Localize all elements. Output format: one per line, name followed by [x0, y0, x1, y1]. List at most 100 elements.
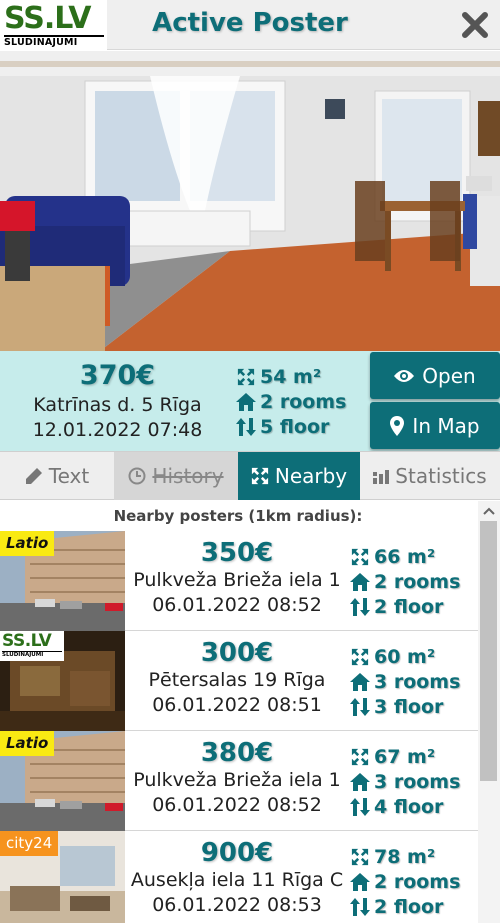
item-thumbnail: city24: [0, 831, 125, 923]
item-address: Pulkveža Brieža iela 1: [133, 769, 341, 791]
tab-statistics-label: Statistics: [395, 464, 487, 488]
source-badge-latio: Latio: [0, 531, 55, 556]
area-value: 54 m²: [260, 365, 322, 388]
floor-value: 2 floor: [374, 895, 444, 918]
area-spec: 78 m²: [350, 844, 478, 869]
sort-arrows-icon: [350, 897, 370, 916]
expand-icon: [251, 467, 268, 485]
floor-value: 4 floor: [374, 795, 444, 818]
sslv-badge-sub: SLUDINĀJUMI: [2, 651, 62, 659]
item-thumbnail: SS.LV SLUDINĀJUMI: [0, 631, 125, 731]
in-map-button[interactable]: In Map: [370, 402, 500, 449]
rooms-value: 3 rooms: [374, 770, 461, 793]
floor-spec: 5 floor: [236, 414, 371, 439]
item-price: 380€: [200, 738, 274, 768]
floor-value: 2 floor: [374, 595, 444, 618]
tab-nearby-label: Nearby: [274, 464, 348, 488]
item-summary: 900€ Ausekļa iela 11 Rīga C 06.01.2022 0…: [126, 838, 348, 918]
area-spec: 67 m²: [350, 744, 478, 769]
floor-spec: 2 floor: [350, 894, 478, 919]
item-specs: 66 m² 2 rooms 2 floor: [350, 544, 478, 619]
rooms-value: 2 rooms: [374, 570, 461, 593]
tab-history[interactable]: History: [114, 452, 238, 500]
item-thumbnail: Latio: [0, 531, 125, 631]
in-map-button-label: In Map: [412, 413, 480, 438]
item-price: 350€: [200, 538, 274, 568]
area-spec: 66 m²: [350, 544, 478, 569]
poster-address: Katrīnas d. 5 Rīga: [33, 394, 202, 416]
map-marker-icon: [390, 415, 405, 436]
tab-statistics[interactable]: Statistics: [360, 452, 500, 500]
sort-arrows-icon: [350, 797, 370, 816]
rooms-spec: 2 rooms: [236, 389, 371, 414]
clock-icon: [128, 467, 146, 485]
item-date: 06.01.2022 08:51: [152, 694, 322, 716]
poster-summary: 370€ Katrīnas d. 5 Rīga 12.01.2022 07:48: [0, 359, 235, 443]
list-item[interactable]: SS.LV SLUDINĀJUMI 300€ Pētersalas 19 Rīg…: [0, 631, 478, 731]
rooms-value: 2 rooms: [374, 870, 461, 893]
home-icon: [350, 672, 370, 691]
rooms-spec: 3 rooms: [350, 669, 478, 694]
item-specs: 67 m² 3 rooms 4 floor: [350, 744, 478, 819]
home-icon: [350, 772, 370, 791]
item-address: Pulkveža Brieža iela 1: [133, 569, 341, 591]
eye-icon: [394, 369, 415, 382]
area-spec: 54 m²: [236, 364, 371, 389]
item-summary: 300€ Pētersalas 19 Rīga 06.01.2022 08:51: [126, 638, 348, 718]
open-button-label: Open: [422, 363, 476, 388]
nearby-heading: Nearby posters (1km radius):: [113, 507, 363, 525]
item-address: Pētersalas 19 Rīga: [148, 669, 326, 691]
poster-photo[interactable]: [0, 51, 500, 351]
expand-icon: [237, 368, 255, 385]
expand-icon: [351, 748, 369, 765]
page-title: Active Poster: [152, 8, 348, 38]
sort-arrows-icon: [236, 417, 256, 436]
area-value: 60 m²: [374, 645, 436, 668]
sslv-badge-main: SS.LV: [2, 631, 52, 651]
poster-specs: 54 m² 2 rooms 5 floor: [236, 364, 371, 439]
expand-icon: [351, 648, 369, 665]
tab-nearby[interactable]: Nearby: [238, 452, 360, 500]
rooms-spec: 2 rooms: [350, 869, 478, 894]
poster-date: 12.01.2022 07:48: [32, 419, 203, 441]
close-button[interactable]: [460, 10, 490, 40]
area-spec: 60 m²: [350, 644, 478, 669]
bar-chart-icon: [373, 470, 390, 484]
source-badge-sslv: SS.LV SLUDINĀJUMI: [0, 631, 64, 661]
item-date: 06.01.2022 08:52: [152, 594, 322, 616]
rooms-spec: 3 rooms: [350, 769, 478, 794]
open-button[interactable]: Open: [370, 352, 500, 399]
item-address: Ausekļa iela 11 Rīga C: [130, 869, 344, 891]
close-icon: [462, 12, 488, 38]
tab-text[interactable]: Text: [0, 452, 114, 500]
nearby-list[interactable]: Nearby posters (1km radius): Latio 350€ …: [0, 501, 500, 923]
item-summary: 380€ Pulkveža Brieža iela 1 06.01.2022 0…: [126, 738, 348, 818]
scroll-up-icon[interactable]: [483, 506, 495, 516]
item-date: 06.01.2022 08:52: [152, 794, 322, 816]
item-price: 900€: [200, 838, 274, 868]
item-specs: 60 m² 3 rooms 3 floor: [350, 644, 478, 719]
rooms-spec: 2 rooms: [350, 569, 478, 594]
list-item[interactable]: Latio 380€ Pulkveža Brieža iela 1 06.01.…: [0, 731, 478, 831]
home-icon: [350, 572, 370, 591]
rooms-value: 3 rooms: [374, 670, 461, 693]
source-badge-latio: Latio: [0, 731, 55, 756]
area-value: 67 m²: [374, 745, 436, 768]
rooms-value: 2 rooms: [260, 390, 347, 413]
floor-value: 3 floor: [374, 695, 444, 718]
pencil-icon: [25, 468, 42, 484]
floor-value: 5 floor: [260, 415, 330, 438]
home-icon: [350, 872, 370, 891]
poster-tabs: Text History Nearby Statistics: [0, 451, 500, 500]
item-price: 300€: [200, 638, 274, 668]
poster-price: 370€: [79, 360, 156, 391]
header: SS.LV SLUDINĀJUMI Active Poster: [0, 0, 500, 50]
scrollbar-thumb[interactable]: [480, 521, 497, 781]
list-item[interactable]: city24 900€ Ausekļa iela 11 Rīga C 06.01…: [0, 831, 478, 923]
active-poster-panel: SS.LV SLUDINĀJUMI Active Poster 370€ Kat…: [0, 0, 500, 923]
area-value: 66 m²: [374, 545, 436, 568]
item-summary: 350€ Pulkveža Brieža iela 1 06.01.2022 0…: [126, 538, 348, 618]
floor-spec: 2 floor: [350, 594, 478, 619]
list-item[interactable]: Latio 350€ Pulkveža Brieža iela 1 06.01.…: [0, 531, 478, 631]
list-scrollbar[interactable]: [478, 501, 500, 923]
